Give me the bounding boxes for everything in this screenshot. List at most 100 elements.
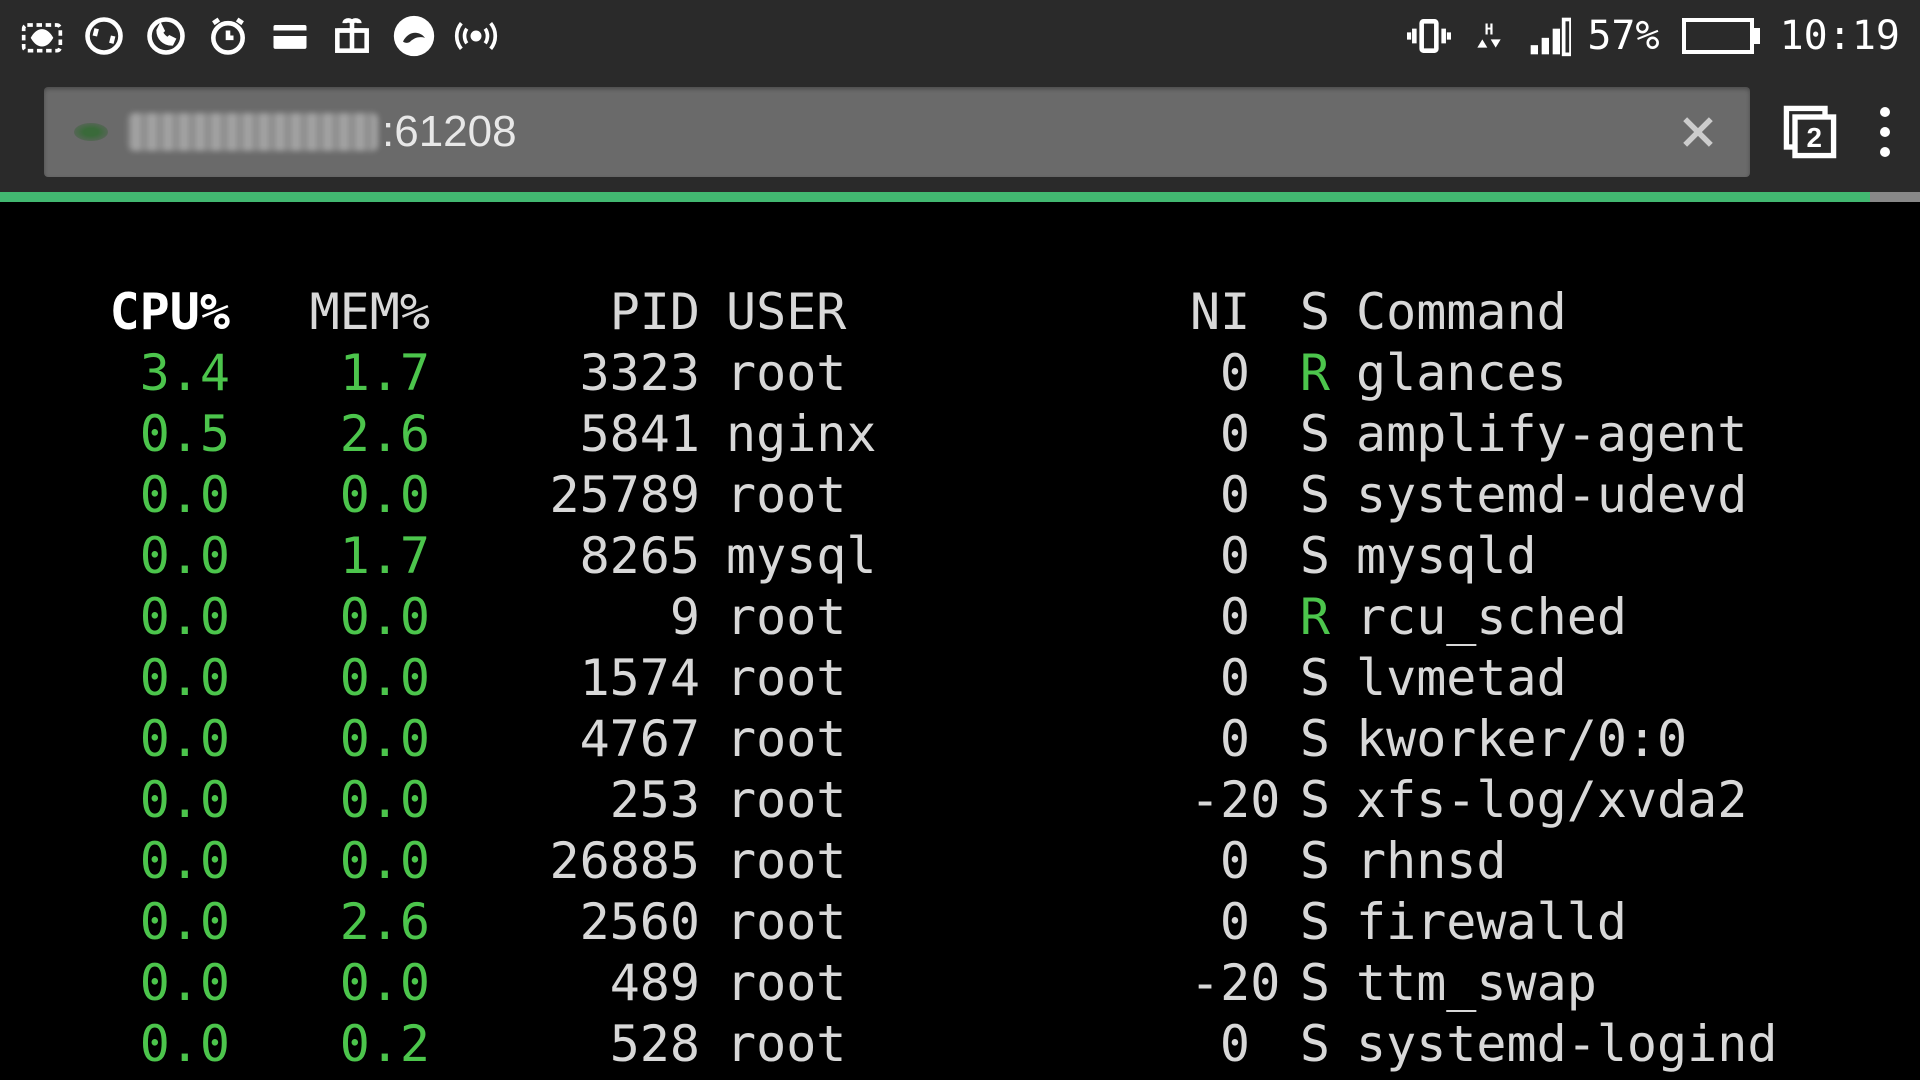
menu-dot-icon: [1880, 127, 1890, 137]
cell-status: S: [1250, 953, 1330, 1014]
cell-ni: 0: [1190, 343, 1250, 404]
header-mem[interactable]: MEM%: [230, 282, 430, 343]
cell-ni: 0: [1190, 648, 1250, 709]
cell-mem: 1.7: [230, 343, 430, 404]
table-row: 0.00.025789root0Ssystemd-udevd: [50, 465, 1870, 526]
cell-ni: 0: [1190, 1014, 1250, 1075]
cell-user: root: [700, 648, 1190, 709]
svg-text:2: 2: [1807, 122, 1823, 153]
header-cmd[interactable]: Command: [1330, 282, 1870, 343]
cell-pid: 253: [430, 770, 700, 831]
header-s[interactable]: S: [1250, 282, 1330, 343]
clock: 10:19: [1780, 13, 1900, 59]
cell-mem: 2.6: [230, 892, 430, 953]
site-icon: [74, 123, 108, 141]
cell-cpu: 0.0: [50, 587, 230, 648]
cell-status: S: [1250, 770, 1330, 831]
card-icon: [268, 14, 312, 58]
cell-user: root: [700, 892, 1190, 953]
cell-ni: 0: [1190, 526, 1250, 587]
browser-toolbar: :61208 2: [0, 72, 1920, 192]
close-icon[interactable]: [1676, 110, 1720, 154]
cell-mem: 0.0: [230, 831, 430, 892]
cell-pid: 26885: [430, 831, 700, 892]
cell-user: root: [700, 465, 1190, 526]
cell-command: systemd-udevd: [1330, 465, 1870, 526]
menu-dot-icon: [1880, 107, 1890, 117]
cell-command: rhnsd: [1330, 831, 1870, 892]
cell-status: S: [1250, 526, 1330, 587]
cell-command: lvmetad: [1330, 648, 1870, 709]
menu-dot-icon: [1880, 147, 1890, 157]
page-content[interactable]: CPU% MEM% PID USER NI S Command 3.41.733…: [0, 202, 1920, 1080]
table-row: 0.52.65841nginx0Samplify-agent: [50, 404, 1870, 465]
table-row: 0.00.0489root-20Sttm_swap: [50, 953, 1870, 1014]
cell-cpu: 0.0: [50, 1014, 230, 1075]
cell-cpu: 0.0: [50, 648, 230, 709]
cell-user: root: [700, 770, 1190, 831]
cell-mem: 1.7: [230, 526, 430, 587]
cell-mem: 2.6: [230, 404, 430, 465]
cell-status: S: [1250, 1014, 1330, 1075]
cell-ni: -20: [1190, 953, 1250, 1014]
table-row: 0.00.01574root0Slvmetad: [50, 648, 1870, 709]
cell-command: kworker/0:0: [1330, 709, 1870, 770]
table-row: 0.00.04767root0Skworker/0:0: [50, 709, 1870, 770]
cell-user: root: [700, 1014, 1190, 1075]
cell-command: amplify-agent: [1330, 404, 1870, 465]
cell-user: root: [700, 831, 1190, 892]
cell-cpu: 0.0: [50, 892, 230, 953]
cell-mem: 0.0: [230, 770, 430, 831]
cell-mem: 0.0: [230, 587, 430, 648]
cell-user: root: [700, 587, 1190, 648]
vibrate-icon: [1407, 14, 1451, 58]
cell-user: root: [700, 343, 1190, 404]
cell-ni: 0: [1190, 892, 1250, 953]
cell-user: root: [700, 953, 1190, 1014]
cell-cpu: 0.0: [50, 526, 230, 587]
address-bar[interactable]: :61208: [44, 87, 1750, 177]
cell-status: S: [1250, 465, 1330, 526]
cell-pid: 9: [430, 587, 700, 648]
leaf-icon: [20, 14, 64, 58]
cell-ni: 0: [1190, 709, 1250, 770]
airtel-icon: [392, 14, 436, 58]
table-row: 0.00.026885root0Srhnsd: [50, 831, 1870, 892]
header-cpu[interactable]: CPU%: [50, 282, 230, 343]
cell-user: root: [700, 709, 1190, 770]
cell-ni: 0: [1190, 404, 1250, 465]
alarm-icon: [206, 14, 250, 58]
cell-mem: 0.0: [230, 648, 430, 709]
status-left-icons: [20, 14, 498, 58]
cell-command: glances: [1330, 343, 1870, 404]
whatsapp-icon: [144, 14, 188, 58]
process-table: CPU% MEM% PID USER NI S Command 3.41.733…: [50, 282, 1870, 1075]
hotspot-icon: [454, 14, 498, 58]
cell-pid: 1574: [430, 648, 700, 709]
cell-pid: 528: [430, 1014, 700, 1075]
cell-pid: 5841: [430, 404, 700, 465]
cell-pid: 25789: [430, 465, 700, 526]
battery-icon: [1682, 18, 1754, 54]
cell-command: xfs-log/xvda2: [1330, 770, 1870, 831]
cell-cpu: 0.0: [50, 770, 230, 831]
cell-status: R: [1250, 587, 1330, 648]
cell-mem: 0.0: [230, 953, 430, 1014]
header-pid[interactable]: PID: [430, 282, 700, 343]
svg-text:H: H: [1485, 20, 1494, 38]
overflow-menu-button[interactable]: [1870, 97, 1900, 167]
cell-ni: 0: [1190, 587, 1250, 648]
cell-command: rcu_sched: [1330, 587, 1870, 648]
signal-icon: [1527, 14, 1571, 58]
tabs-button[interactable]: 2: [1780, 102, 1840, 162]
cell-cpu: 3.4: [50, 343, 230, 404]
cell-user: mysql: [700, 526, 1190, 587]
header-user[interactable]: USER: [700, 282, 1190, 343]
cell-pid: 4767: [430, 709, 700, 770]
table-row: 0.01.78265mysql0Smysqld: [50, 526, 1870, 587]
sync-icon: [82, 14, 126, 58]
header-ni[interactable]: NI: [1190, 282, 1250, 343]
cell-command: ttm_swap: [1330, 953, 1870, 1014]
cell-mem: 0.0: [230, 465, 430, 526]
table-row: 0.00.09root0Rrcu_sched: [50, 587, 1870, 648]
